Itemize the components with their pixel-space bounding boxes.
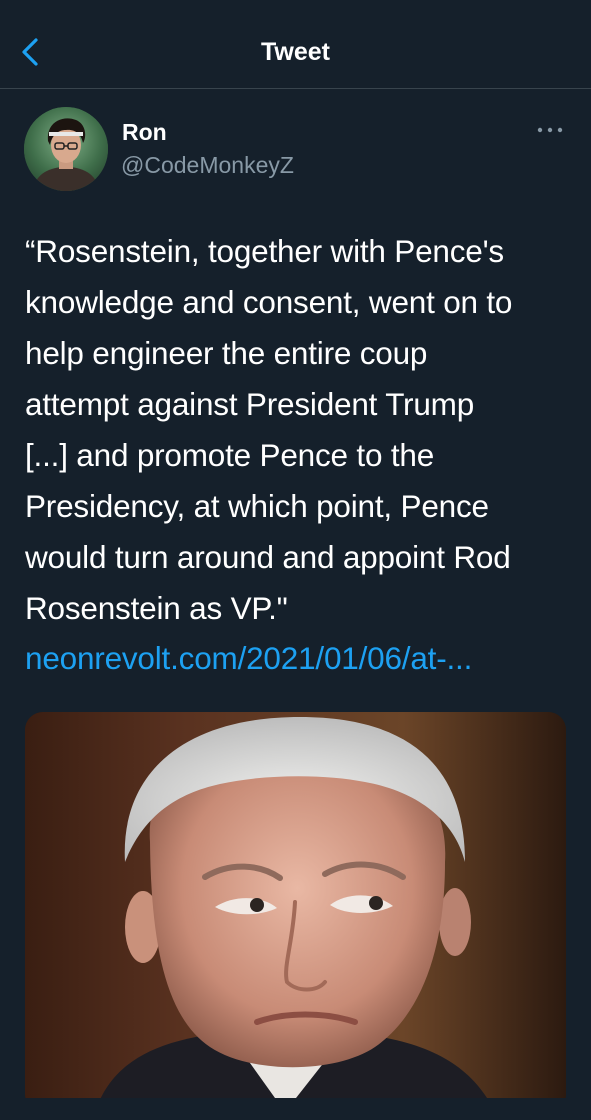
author-name[interactable]: Ron bbox=[122, 119, 167, 146]
page-title: Tweet bbox=[261, 38, 330, 66]
tweet-text-line: help engineer the entire coup bbox=[25, 335, 428, 371]
tweet-text-line: Presidency, at which point, Pence bbox=[25, 488, 489, 524]
bottom-divider bbox=[0, 1098, 591, 1120]
tweet-text-line: Rosenstein as VP." bbox=[25, 590, 288, 626]
more-horizontal-icon bbox=[537, 127, 563, 133]
top-navigation-bar: Tweet bbox=[0, 0, 591, 89]
portrait-photo bbox=[25, 712, 566, 1112]
tweet-detail-screen: Tweet Ron @CodeMonkeyZ “Rosenstein, toge… bbox=[0, 0, 591, 1120]
tweet-text-line: attempt against President Trump bbox=[25, 386, 475, 422]
tweet-text-line: knowledge and consent, went on to bbox=[25, 284, 513, 320]
more-options-button[interactable] bbox=[535, 120, 565, 140]
author-handle[interactable]: @CodeMonkeyZ bbox=[121, 152, 294, 179]
avatar[interactable] bbox=[24, 107, 108, 191]
tweet-text-line: would turn around and appoint Rod bbox=[25, 539, 511, 575]
avatar-photo bbox=[24, 107, 108, 191]
tweet-link[interactable]: neonrevolt.com/2021/01/06/at-... bbox=[25, 638, 472, 678]
tweet-text: “Rosenstein, together with Pence's knowl… bbox=[25, 226, 577, 634]
tweet-text-line: “Rosenstein, together with Pence's bbox=[25, 233, 504, 269]
tweet-text-line: [...] and promote Pence to the bbox=[25, 437, 435, 473]
tweet-media-image[interactable] bbox=[25, 712, 566, 1112]
